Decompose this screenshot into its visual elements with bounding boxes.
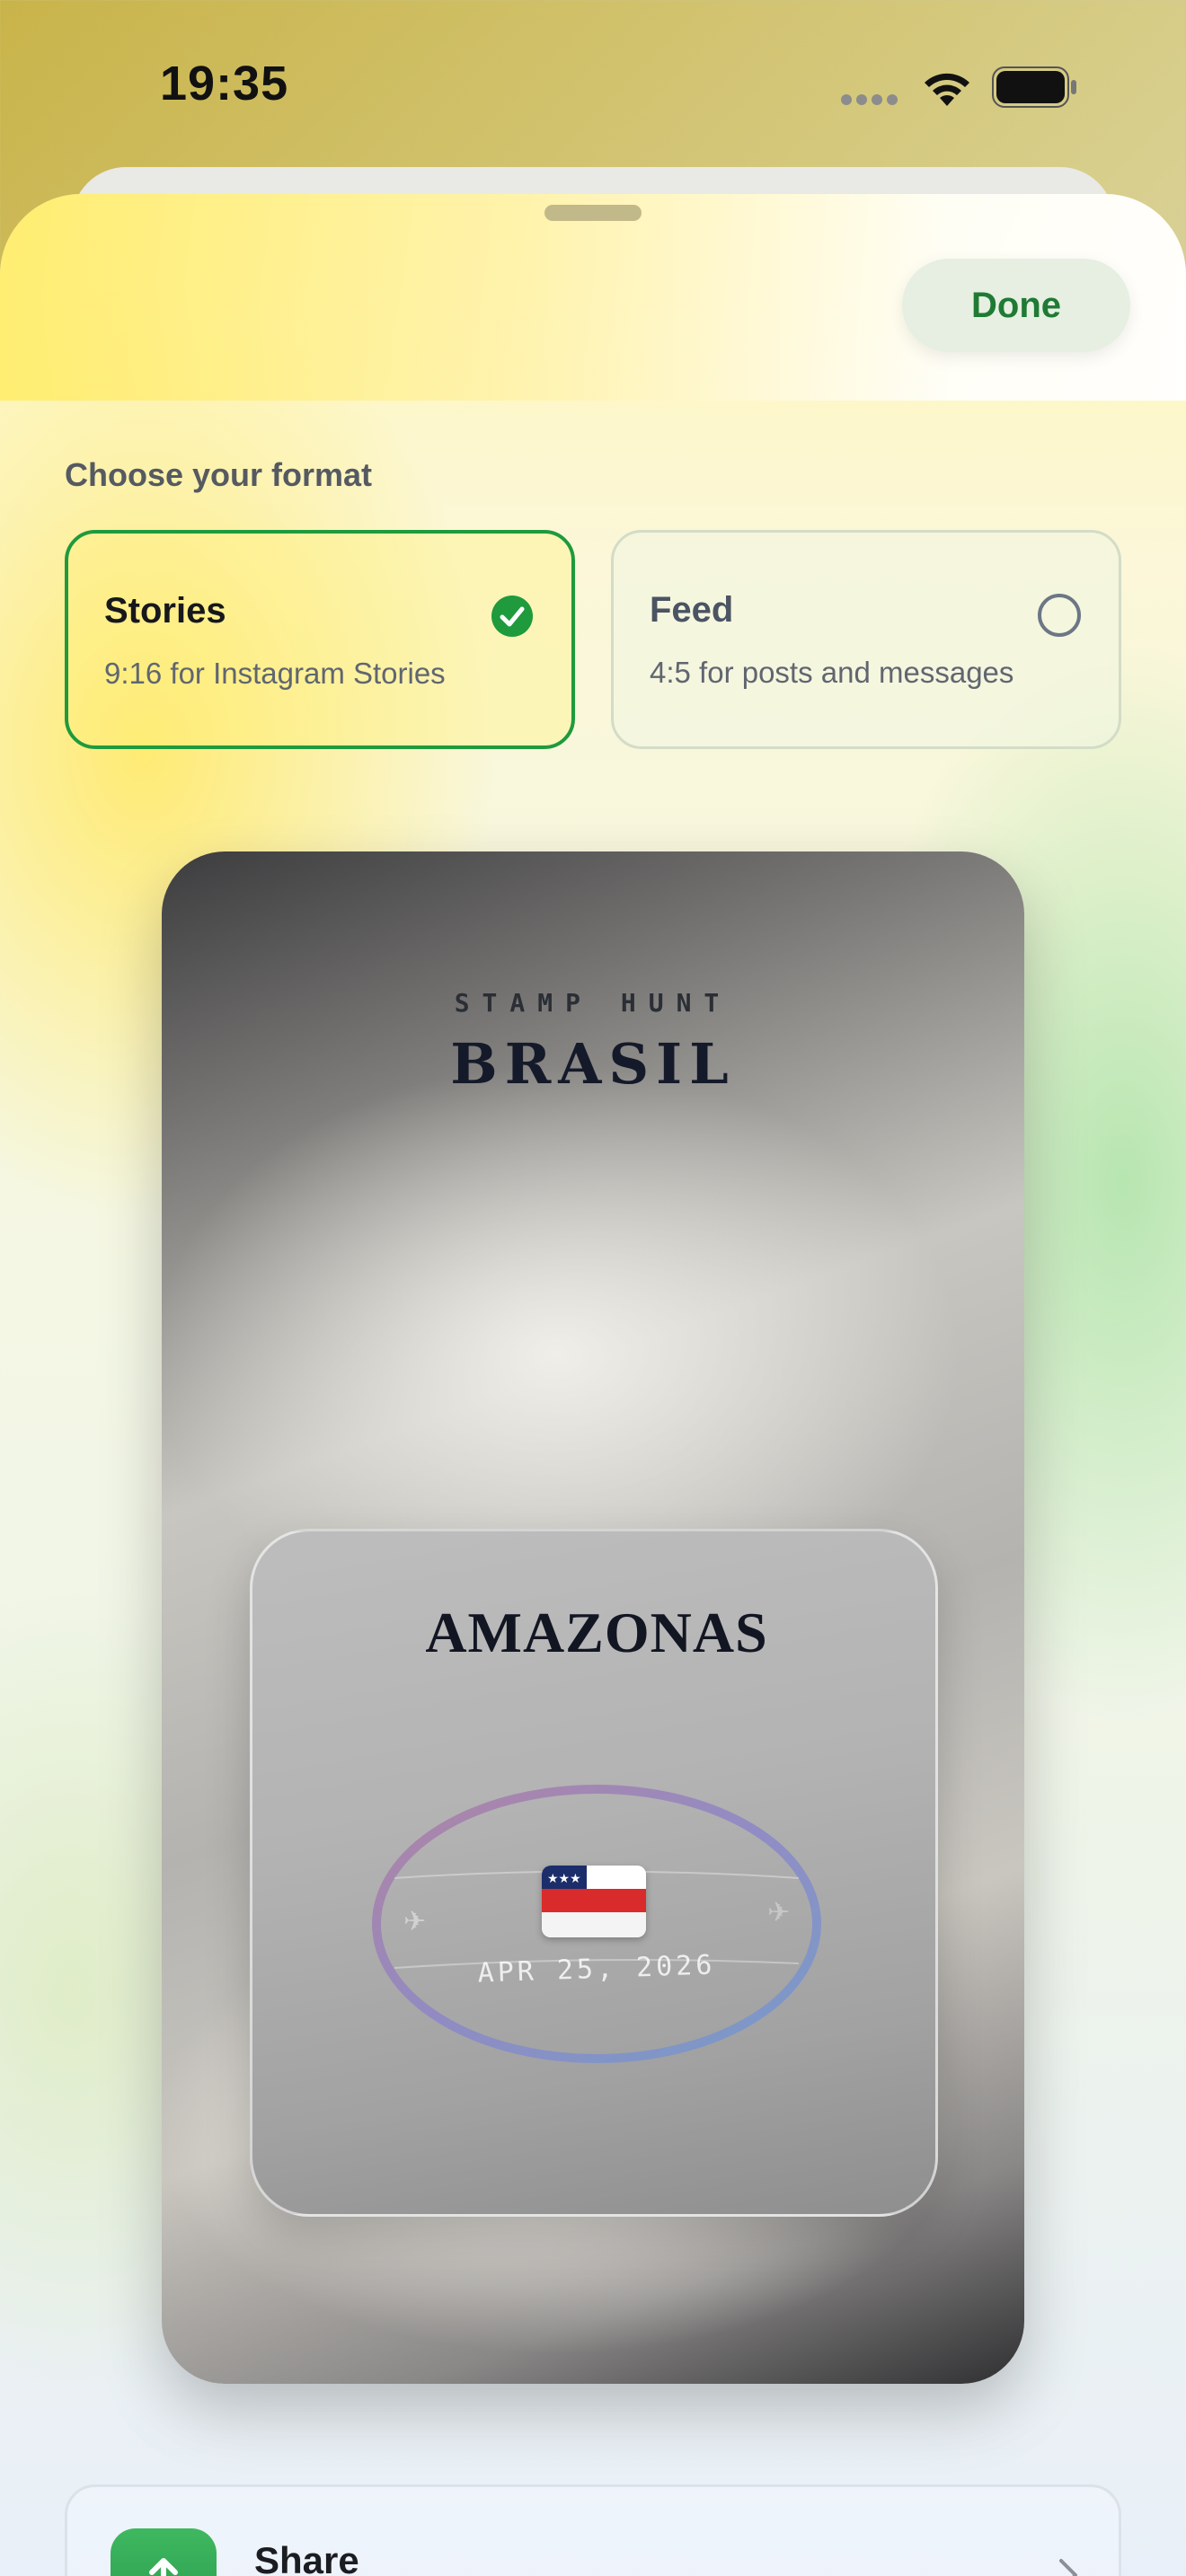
checkmark-icon <box>491 595 533 637</box>
done-button[interactable]: Done <box>902 259 1130 352</box>
preview-eyebrow: STAMP HUNT <box>454 988 732 1018</box>
radio-unselected-icon <box>1038 594 1081 637</box>
section-label: Choose your format <box>65 456 373 493</box>
svg-text:✈: ✈ <box>403 1906 426 1937</box>
share-icon <box>111 2528 217 2576</box>
share-label: Share <box>254 2539 359 2576</box>
preview-title: BRASIL <box>450 1031 736 1097</box>
format-title: Feed <box>650 590 734 630</box>
share-format-sheet: Done Choose your format Stories 9:16 for… <box>0 194 1186 2576</box>
battery-icon <box>992 66 1076 108</box>
format-title: Stories <box>104 591 226 631</box>
chevron-right-icon <box>1059 2559 1077 2576</box>
amazonas-flag-icon: ★★★ <box>542 1866 646 1937</box>
sheet-grabber[interactable] <box>544 205 642 221</box>
svg-text:★★★: ★★★ <box>547 1872 581 1886</box>
format-option-stories[interactable]: Stories 9:16 for Instagram Stories <box>65 530 575 749</box>
story-preview-card: STAMP HUNT BRASIL AMAZONAS ✈ ✈ ★★★ APR 2… <box>162 851 1024 2384</box>
wifi-icon <box>925 73 969 106</box>
status-bar: 19:35 <box>0 0 1186 171</box>
format-subtitle: 4:5 for posts and messages <box>650 656 1014 689</box>
cellular-signal-icon <box>841 93 904 106</box>
svg-text:✈: ✈ <box>767 1897 790 1928</box>
stamp-card: AMAZONAS ✈ ✈ ★★★ APR 25, 2026 <box>250 1529 938 2217</box>
format-option-feed[interactable]: Feed 4:5 for posts and messages <box>611 530 1121 749</box>
status-time: 19:35 <box>160 57 289 110</box>
format-subtitle: 9:16 for Instagram Stories <box>104 657 446 690</box>
stamp-name: AMAZONAS <box>425 1601 768 1664</box>
share-button[interactable]: Share <box>65 2484 1121 2576</box>
